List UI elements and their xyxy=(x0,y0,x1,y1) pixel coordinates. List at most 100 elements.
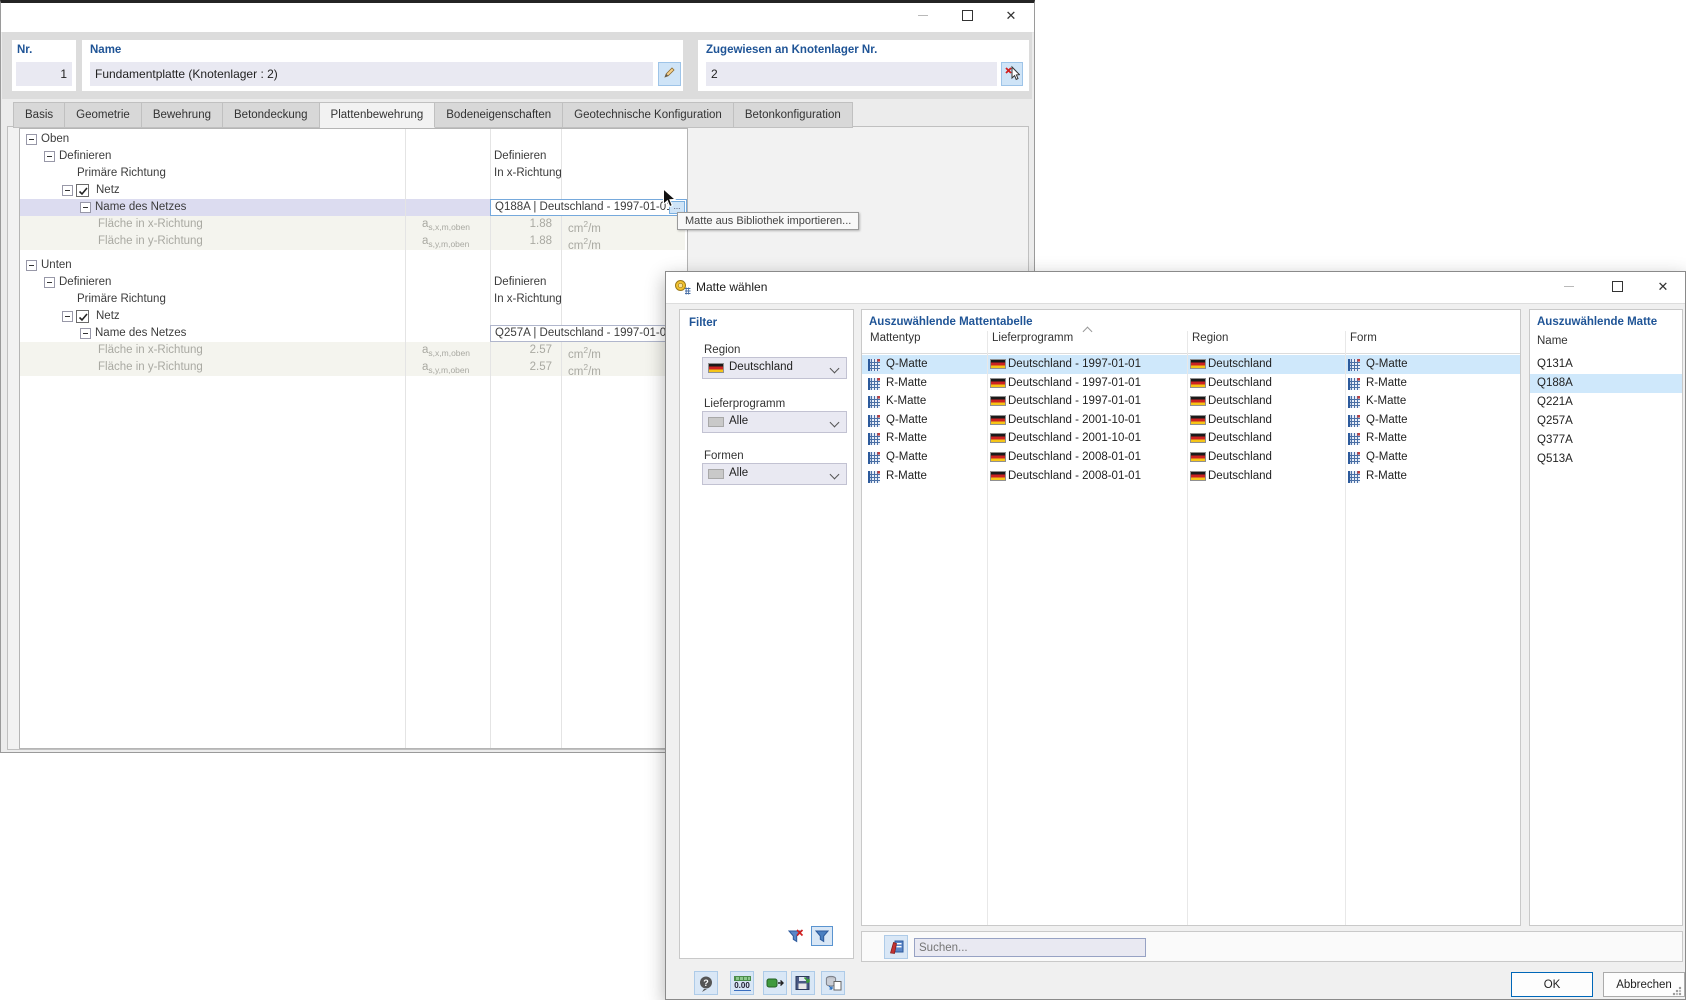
nr-card: Nr. xyxy=(12,40,76,91)
table-cell: R-Matte xyxy=(886,469,927,482)
list-item[interactable]: Q513A xyxy=(1530,450,1682,469)
tree-row[interactable]: Primäre Richtung In x-Richtung xyxy=(20,291,685,308)
germany-flag-icon xyxy=(990,359,1006,369)
collapse-icon[interactable] xyxy=(44,151,55,162)
list-item[interactable]: Q377A xyxy=(1530,431,1682,450)
dialog-close-icon[interactable]: ✕ xyxy=(1646,274,1680,298)
tree-row[interactable]: Unten xyxy=(20,257,685,274)
table-cell: R-Matte xyxy=(886,432,927,445)
filter-dropdown-formen[interactable]: Alle xyxy=(702,463,847,485)
dialog-titlebar[interactable]: Matte wählen ✕ xyxy=(666,272,1685,304)
rename-button[interactable] xyxy=(658,62,681,86)
tab-geometrie[interactable]: Geometrie xyxy=(65,102,142,128)
tab-geotechnische-konfiguration[interactable]: Geotechnische Konfiguration xyxy=(563,102,734,128)
table-row[interactable]: K-Matte Deutschland - 1997-01-01 Deutschla… xyxy=(862,392,1520,411)
collapse-icon[interactable] xyxy=(26,260,37,271)
save-icon[interactable] xyxy=(791,971,815,995)
collapse-icon[interactable] xyxy=(80,202,91,213)
minimize-icon[interactable] xyxy=(906,3,940,27)
collapse-icon[interactable] xyxy=(80,328,91,339)
maximize-icon[interactable] xyxy=(950,3,984,27)
help-icon[interactable]: ? xyxy=(694,971,718,995)
mesh-icon xyxy=(1348,470,1360,483)
mesh-icon xyxy=(868,377,880,390)
direct-input-icon[interactable] xyxy=(884,935,908,959)
tree-row[interactable]: Oben xyxy=(20,131,685,148)
tree-row[interactable]: Primäre Richtung In x-Richtung xyxy=(20,165,685,182)
value-unit: cm2/m xyxy=(568,236,601,252)
tree-row[interactable]: Definieren Definieren xyxy=(20,148,685,165)
list-item[interactable]: Q257A xyxy=(1530,412,1682,431)
tooltip: Matte aus Bibliothek importieren... xyxy=(677,212,860,230)
table-row[interactable]: R-Matte Deutschland - 1997-01-01 Deutschla… xyxy=(862,374,1520,393)
table-row[interactable]: Q-Matte Deutschland - 2008-01-01 Deutschla… xyxy=(862,448,1520,467)
units-decimal-icon[interactable]: 0.00 xyxy=(730,971,754,995)
table-header: Auszuwählende Mattentabelle xyxy=(869,316,1033,328)
resize-grip[interactable] xyxy=(1672,986,1682,996)
mesh-icon xyxy=(868,414,880,427)
collapse-icon[interactable] xyxy=(26,134,37,145)
table-row[interactable]: R-Matte Deutschland - 2008-01-01 Deutschla… xyxy=(862,467,1520,486)
tree-row[interactable]: Name des Netzes Q257A | Deutschland - 199… xyxy=(20,325,687,342)
ok-button[interactable]: OK xyxy=(1511,972,1593,997)
nr-field[interactable] xyxy=(16,62,72,86)
dialog-maximize-icon[interactable] xyxy=(1600,274,1634,298)
germany-flag-icon xyxy=(990,470,1006,481)
collapse-icon[interactable] xyxy=(62,311,73,322)
table-cell: Q-Matte xyxy=(886,451,928,463)
clear-filter-icon[interactable] xyxy=(785,926,807,946)
netz-checkbox[interactable] xyxy=(76,184,89,197)
germany-flag-icon xyxy=(990,414,1006,425)
collapse-icon[interactable] xyxy=(62,185,73,196)
tree-row: Fläche in x-Richtung as,x,m,oben 1.88 cm2/m xyxy=(20,216,685,235)
filter-dropdown-lieferprogramm[interactable]: Alle xyxy=(702,411,847,433)
column-header-form[interactable]: Form xyxy=(1350,332,1377,344)
germany-flag-icon xyxy=(1190,359,1206,369)
tab-bodeneigenschaften[interactable]: Bodeneigenschaften xyxy=(435,102,564,128)
mesh-roll-icon xyxy=(674,279,691,299)
import-icon[interactable] xyxy=(763,971,787,995)
main-titlebar[interactable]: ✕ xyxy=(1,3,1034,33)
table-row[interactable]: Q-Matte Deutschland - 1997-01-01 Deutschla… xyxy=(862,355,1520,374)
tree-row[interactable]: Netz xyxy=(20,182,685,199)
pick-cursor-icon xyxy=(1004,64,1021,85)
mesh-icon xyxy=(1348,359,1360,371)
tree-row[interactable]: Definieren Definieren xyxy=(20,274,685,291)
tree-row-label: Fläche in x-Richtung xyxy=(98,344,203,356)
list-item[interactable]: Q188A xyxy=(1530,374,1682,393)
tree-row-label: Oben xyxy=(41,133,70,145)
search-input[interactable] xyxy=(914,938,1146,957)
filter-icon[interactable] xyxy=(811,926,833,946)
list-item[interactable]: Q221A xyxy=(1530,393,1682,412)
tree-row[interactable]: Name des Netzes Q188A | Deutschland - 199… xyxy=(20,199,687,216)
mesh-combo-cell[interactable]: Q257A | Deutschland - 1997-01-01 xyxy=(490,325,687,342)
table-row[interactable]: Q-Matte Deutschland - 2001-10-01 Deutschla… xyxy=(862,411,1520,430)
select-nodes-button[interactable] xyxy=(1001,62,1023,86)
list-item[interactable]: Q131A xyxy=(1530,355,1682,374)
dialog-minimize-icon[interactable] xyxy=(1552,274,1586,298)
tree-row[interactable]: Netz xyxy=(20,308,685,325)
tab-plattenbewehrung[interactable]: Plattenbewehrung xyxy=(319,102,436,128)
table-cell: Deutschland - 1997-01-01 xyxy=(1008,376,1141,389)
collapse-icon[interactable] xyxy=(44,277,55,288)
assigned-nodes-field[interactable] xyxy=(706,62,997,86)
tab-betonkonfiguration[interactable]: Betonkonfiguration xyxy=(733,102,853,128)
tab-basis[interactable]: Basis xyxy=(13,102,66,128)
netz-checkbox[interactable] xyxy=(76,310,89,323)
table-cell: R-Matte xyxy=(1366,376,1407,389)
column-header-lieferprogramm[interactable]: Lieferprogramm xyxy=(992,332,1073,344)
germany-flag-icon xyxy=(990,377,1006,388)
database-copy-icon[interactable] xyxy=(821,971,845,995)
column-header-region[interactable]: Region xyxy=(1192,332,1228,344)
table-cell: Deutschland - 1997-01-01 xyxy=(1008,358,1141,370)
filter-dropdown-region[interactable]: Deutschland xyxy=(702,357,847,379)
name-field[interactable] xyxy=(90,62,653,86)
tab-bewehrung[interactable]: Bewehrung xyxy=(141,102,223,128)
close-icon[interactable]: ✕ xyxy=(994,3,1028,27)
column-header-mattentyp[interactable]: Mattentyp xyxy=(870,332,921,344)
mesh-combo-cell[interactable]: Q188A | Deutschland - 1997-01-01... xyxy=(490,199,687,216)
name-card: Name xyxy=(82,40,683,91)
tab-betondeckung[interactable]: Betondeckung xyxy=(223,102,320,128)
table-row[interactable]: R-Matte Deutschland - 2001-10-01 Deutschla… xyxy=(862,429,1520,448)
tree-row-value: Definieren xyxy=(494,276,547,288)
